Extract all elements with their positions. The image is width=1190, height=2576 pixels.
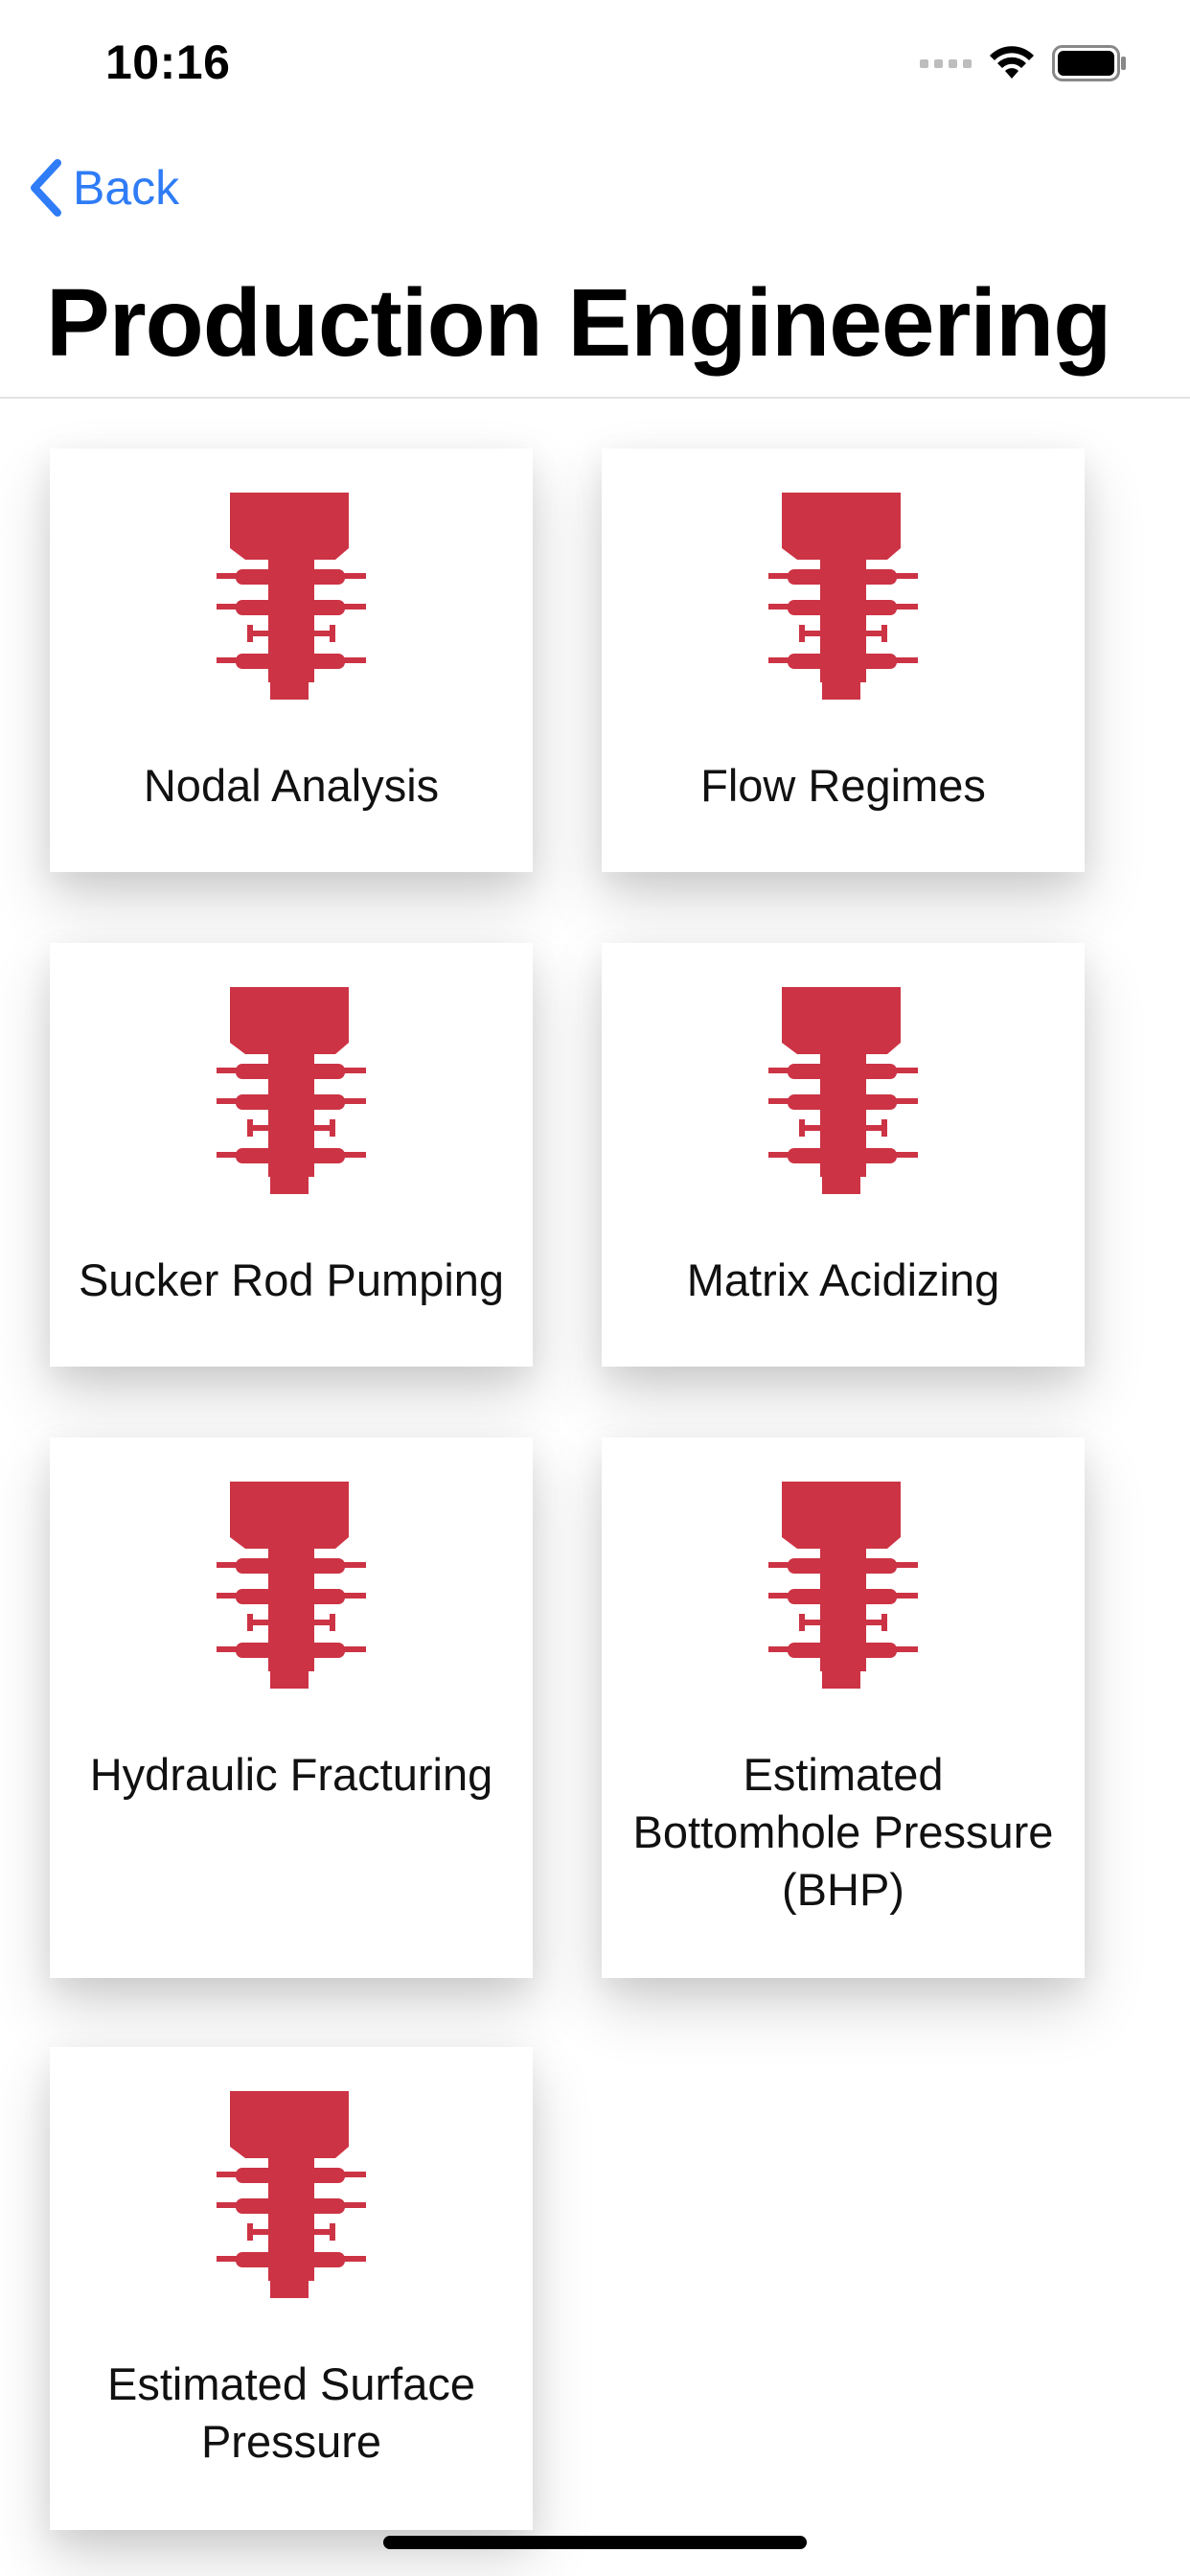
card-label: Flow Regimes: [700, 760, 986, 811]
card-label: Estimated Surface Pressure: [106, 2358, 475, 2467]
oil-rig-icon: [768, 493, 918, 700]
home-indicator[interactable]: [383, 2536, 807, 2549]
back-button[interactable]: Back: [27, 157, 179, 218]
app-screen: 10:16 Back Production Engineering Nodal …: [0, 0, 1190, 2576]
oil-rig-icon: [768, 987, 918, 1194]
card-label: Nodal Analysis: [143, 760, 440, 811]
card-estimated-bhp[interactable]: Estimated Bottomhole Pressure (BHP): [602, 1438, 1085, 1978]
card-label: Hydraulic Fracturing: [89, 1749, 493, 1800]
card-sucker-rod-pumping[interactable]: Sucker Rod Pumping: [50, 943, 533, 1367]
oil-rig-icon: [768, 1482, 918, 1689]
category-grid: Nodal Analysis Flow Regimes Sucker Rod P…: [0, 399, 1190, 2576]
wifi-icon: [990, 46, 1034, 79]
status-indicators: [920, 44, 1127, 82]
card-label: Sucker Rod Pumping: [78, 1254, 505, 1305]
status-bar: 10:16: [0, 0, 1190, 126]
card-label: Estimated Bottomhole Pressure (BHP): [632, 1749, 1054, 1915]
chevron-left-icon: [31, 159, 61, 217]
card-estimated-surface-pressure[interactable]: Estimated Surface Pressure: [50, 2047, 533, 2530]
card-matrix-acidizing[interactable]: Matrix Acidizing: [602, 943, 1085, 1367]
oil-rig-icon: [217, 987, 366, 1194]
oil-rig-icon: [217, 1482, 366, 1689]
back-label: Back: [73, 161, 180, 215]
oil-rig-icon: [217, 493, 366, 700]
page-title: Production Engineering: [46, 269, 1111, 377]
card-flow-regimes[interactable]: Flow Regimes: [602, 448, 1085, 872]
card-label: Matrix Acidizing: [686, 1254, 1000, 1305]
card-hydraulic-fracturing[interactable]: Hydraulic Fracturing: [50, 1438, 533, 1978]
battery-icon: [1052, 45, 1126, 81]
card-nodal-analysis[interactable]: Nodal Analysis: [50, 448, 533, 872]
oil-rig-icon: [217, 2091, 366, 2298]
cellular-signal-icon: [920, 58, 972, 68]
status-time: 10:16: [105, 35, 231, 89]
